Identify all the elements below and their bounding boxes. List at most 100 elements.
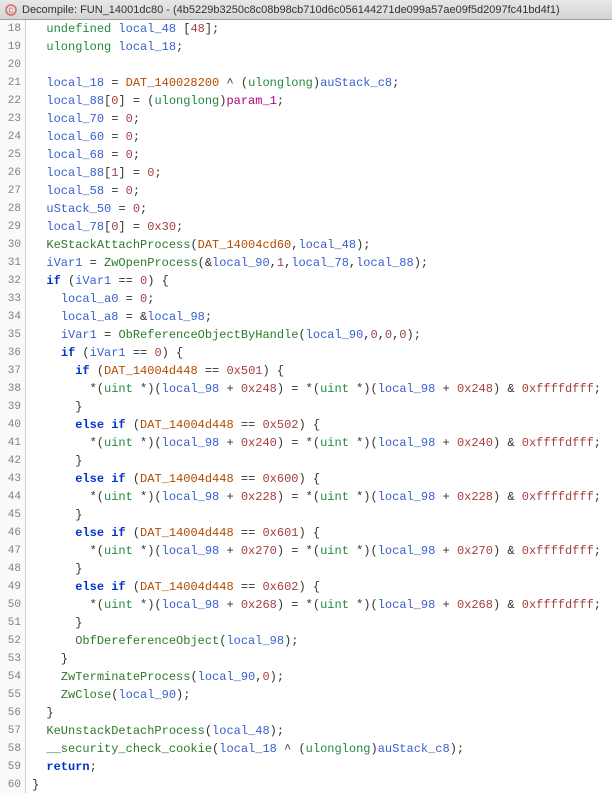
code-line[interactable]: ZwTerminateProcess(local_90,0); <box>32 668 612 686</box>
code-line[interactable]: undefined local_48 [48]; <box>32 20 612 38</box>
token-var: auStack_c8 <box>378 742 450 756</box>
token-op <box>32 94 46 108</box>
token-var: local_98 <box>147 310 205 324</box>
code-content[interactable]: undefined local_48 [48]; ulonglong local… <box>26 20 612 793</box>
token-op <box>32 238 46 252</box>
code-line[interactable]: } <box>32 704 612 722</box>
token-type: uint <box>320 490 349 504</box>
line-number: 28 <box>0 200 21 218</box>
token-var: uStack_50 <box>46 202 111 216</box>
token-op: ) = *( <box>277 544 320 558</box>
line-number: 34 <box>0 308 21 326</box>
token-num: 0xffffdfff <box>522 490 594 504</box>
code-line[interactable]: local_68 = 0; <box>32 146 612 164</box>
code-line[interactable]: } <box>32 506 612 524</box>
code-line[interactable]: if (iVar1 == 0) { <box>32 344 612 362</box>
code-line[interactable]: local_88[0] = (ulonglong)param_1; <box>32 92 612 110</box>
token-global: DAT_140028200 <box>126 76 220 90</box>
code-line[interactable]: else if (DAT_14004d448 == 0x602) { <box>32 578 612 596</box>
code-line[interactable]: } <box>32 398 612 416</box>
token-var: iVar1 <box>46 256 82 270</box>
code-line[interactable]: local_88[1] = 0; <box>32 164 612 182</box>
token-num: 0x30 <box>147 220 176 234</box>
token-var: local_98 <box>162 382 220 396</box>
line-number: 26 <box>0 164 21 182</box>
code-line[interactable]: local_58 = 0; <box>32 182 612 200</box>
token-brace: ) { <box>147 274 169 288</box>
token-op: ^ ( <box>219 76 248 90</box>
code-line[interactable]: else if (DAT_14004d448 == 0x600) { <box>32 470 612 488</box>
code-line[interactable]: else if (DAT_14004d448 == 0x601) { <box>32 524 612 542</box>
token-op: ; <box>154 166 161 180</box>
line-number: 35 <box>0 326 21 344</box>
token-op: = <box>104 112 126 126</box>
code-line[interactable]: if (DAT_14004d448 == 0x501) { <box>32 362 612 380</box>
code-line[interactable]: KeStackAttachProcess(DAT_14004cd60,local… <box>32 236 612 254</box>
code-line[interactable]: __security_check_cookie(local_18 ^ (ulon… <box>32 740 612 758</box>
code-line[interactable]: } <box>32 776 612 793</box>
token-op: , <box>378 328 385 342</box>
line-number: 55 <box>0 686 21 704</box>
token-op: *( <box>32 382 104 396</box>
token-var: local_a0 <box>61 292 119 306</box>
token-op <box>32 76 46 90</box>
code-line[interactable]: KeUnstackDetachProcess(local_48); <box>32 722 612 740</box>
code-line[interactable]: *(uint *)(local_98 + 0x270) = *(uint *)(… <box>32 542 612 560</box>
code-line[interactable]: else if (DAT_14004d448 == 0x502) { <box>32 416 612 434</box>
code-line[interactable]: local_a0 = 0; <box>32 290 612 308</box>
token-num: 0 <box>133 202 140 216</box>
token-op: = <box>118 292 140 306</box>
code-line[interactable]: uStack_50 = 0; <box>32 200 612 218</box>
token-num: 0 <box>399 328 406 342</box>
token-global: DAT_14004d448 <box>104 364 198 378</box>
code-line[interactable]: iVar1 = ZwOpenProcess(&local_90,1,local_… <box>32 254 612 272</box>
code-line[interactable]: iVar1 = ObReferenceObjectByHandle(local_… <box>32 326 612 344</box>
token-global: DAT_14004d448 <box>140 526 234 540</box>
code-line[interactable]: } <box>32 650 612 668</box>
code-line[interactable]: *(uint *)(local_98 + 0x248) = *(uint *)(… <box>32 380 612 398</box>
code-line[interactable]: ObfDereferenceObject(local_98); <box>32 632 612 650</box>
code-line[interactable]: } <box>32 614 612 632</box>
token-num: 0x248 <box>457 382 493 396</box>
code-line[interactable]: ulonglong local_18; <box>32 38 612 56</box>
token-op: *)( <box>133 598 162 612</box>
token-op: = & <box>118 310 147 324</box>
token-op <box>32 166 46 180</box>
code-line[interactable]: return; <box>32 758 612 776</box>
code-line[interactable]: } <box>32 452 612 470</box>
code-line[interactable]: *(uint *)(local_98 + 0x240) = *(uint *)(… <box>32 434 612 452</box>
token-var: local_70 <box>46 112 104 126</box>
token-brace: } <box>32 652 68 666</box>
code-line[interactable]: *(uint *)(local_98 + 0x268) = *(uint *)(… <box>32 596 612 614</box>
code-line[interactable] <box>32 56 612 74</box>
code-line[interactable]: ZwClose(local_90); <box>32 686 612 704</box>
code-line[interactable]: } <box>32 560 612 578</box>
token-op: ) = *( <box>277 490 320 504</box>
token-op: ; <box>205 310 212 324</box>
code-line[interactable]: local_78[0] = 0x30; <box>32 218 612 236</box>
token-op <box>32 40 46 54</box>
token-op: ; <box>176 220 183 234</box>
token-op: = <box>82 256 104 270</box>
token-type: undefined <box>46 22 111 36</box>
token-num: 0x240 <box>241 436 277 450</box>
token-var: local_90 <box>212 256 270 270</box>
token-brace: } <box>32 400 82 414</box>
code-line[interactable]: local_18 = DAT_140028200 ^ (ulonglong)au… <box>32 74 612 92</box>
token-op: ; <box>133 112 140 126</box>
token-type: ulonglong <box>154 94 219 108</box>
code-line[interactable]: local_60 = 0; <box>32 128 612 146</box>
code-line[interactable]: local_a8 = &local_98; <box>32 308 612 326</box>
token-var: local_58 <box>46 184 104 198</box>
token-op: *( <box>32 436 104 450</box>
code-line[interactable]: if (iVar1 == 0) { <box>32 272 612 290</box>
token-num: 0x268 <box>457 598 493 612</box>
code-line[interactable]: local_70 = 0; <box>32 110 612 128</box>
token-num: 0x268 <box>241 598 277 612</box>
decompile-view[interactable]: 1819202122232425262728293031323334353637… <box>0 20 612 793</box>
token-brace: ) { <box>299 418 321 432</box>
code-line[interactable]: *(uint *)(local_98 + 0x228) = *(uint *)(… <box>32 488 612 506</box>
token-func: ObReferenceObjectByHandle <box>118 328 298 342</box>
token-op: ( <box>75 346 89 360</box>
token-var: local_98 <box>162 544 220 558</box>
